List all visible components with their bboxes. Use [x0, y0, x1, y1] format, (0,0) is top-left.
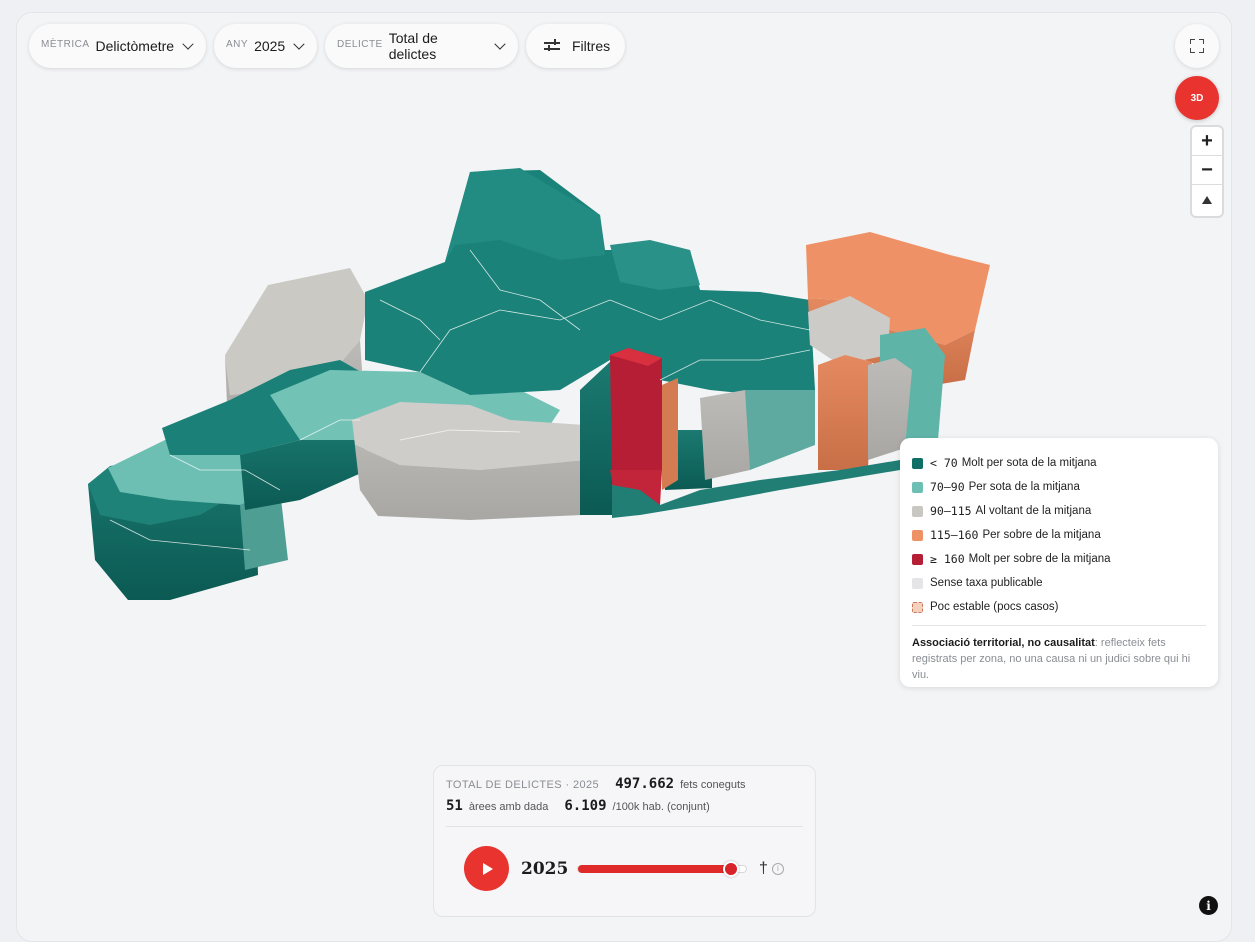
filters-button[interactable]: Filtres — [526, 24, 625, 68]
legend-label: Molt per sobre de la mitjana — [968, 553, 1111, 565]
stats-total-facts-label: fets coneguts — [680, 779, 746, 791]
legend-swatch — [912, 553, 923, 565]
legend-swatch — [912, 505, 923, 517]
chevron-down-icon — [494, 38, 506, 50]
stats-caption: Total de delictes · 2025 — [446, 779, 600, 791]
info-icon[interactable]: i — [771, 862, 784, 875]
toggle-3d-label: 3D — [1190, 92, 1204, 104]
legend-item: 90–115 Al voltant de la mitjana — [912, 499, 1206, 523]
chevron-down-icon — [293, 38, 305, 50]
region-capital-orange-tower[interactable] — [662, 378, 678, 490]
zoom-controls: + − — [1192, 127, 1222, 216]
metric-value: Delictòmetre — [95, 38, 175, 54]
legend-item: Sense taxa publicable — [912, 571, 1206, 595]
zoom-out-button[interactable]: − — [1192, 156, 1222, 185]
legend-item: Poc estable (pocs casos) — [912, 595, 1206, 619]
timeline-year: 2025 — [521, 858, 569, 879]
legend-item: 115–160 Per sobre de la mitjana — [912, 523, 1206, 547]
legend-label: Al voltant de la mitjana — [975, 505, 1092, 517]
metric-label: Mètrica — [41, 39, 90, 50]
stats-rate-label: /100k hab. (conjunt) — [612, 801, 710, 813]
legend-divider — [912, 625, 1206, 626]
stats-rate: 6.109 — [564, 798, 607, 814]
stats-row-areas: 51 àrees amb dada 6.109 /100k hab. (conj… — [446, 798, 803, 820]
legend-note-title: Associació territorial, no causalitat — [912, 637, 1095, 649]
crime-label: Delicte — [337, 39, 383, 50]
legend-item: ≥ 160 Molt per sobre de la mitjana — [912, 547, 1206, 571]
legend-label: Molt per sota de la mitjana — [961, 457, 1097, 469]
region-east-orange[interactable] — [818, 355, 872, 470]
legend-swatch — [912, 529, 923, 541]
year-label: Any — [226, 39, 249, 50]
stats-divider — [446, 826, 803, 827]
legend-range: 70–90 — [930, 480, 965, 494]
year-value: 2025 — [254, 38, 286, 54]
legend-label: Poc estable (pocs casos) — [930, 601, 1059, 613]
legend-swatch — [912, 577, 923, 589]
legend-swatch — [912, 457, 923, 469]
year-dropdown[interactable]: Any 2025 — [214, 24, 317, 68]
year-slider[interactable] — [577, 860, 747, 877]
crime-dropdown[interactable]: Delicte Total de delictes — [325, 24, 518, 68]
plus-icon: + — [1201, 129, 1213, 152]
stats-row-total: Total de delictes · 2025 497.662 fets co… — [446, 776, 803, 798]
metric-dropdown[interactable]: Mètrica Delictòmetre — [29, 24, 206, 68]
minus-icon: − — [1201, 158, 1213, 181]
legend-range: < 70 — [930, 456, 958, 470]
legend-item: < 70 Molt per sota de la mitjana — [912, 451, 1206, 475]
legend-range: 115–160 — [930, 528, 979, 542]
crime-value: Total de delictes — [388, 30, 438, 62]
stats-areas-label: àrees amb dada — [468, 801, 549, 813]
legend-label: Per sota de la mitjana — [968, 481, 1080, 493]
stats-total-facts: 497.662 — [615, 776, 675, 792]
dagger-mark: † — [759, 859, 768, 877]
sliders-icon — [544, 39, 560, 53]
play-icon — [483, 862, 493, 875]
legend-swatch — [912, 601, 923, 613]
year-slider-thumb[interactable] — [722, 860, 739, 877]
filters-label: Filtres — [572, 38, 611, 54]
info-button[interactable]: i — [1199, 896, 1218, 915]
timeline: 2025 † i — [464, 846, 784, 891]
legend-label: Sense taxa publicable — [930, 577, 1043, 589]
chevron-down-icon — [182, 38, 194, 50]
fullscreen-button[interactable] — [1175, 24, 1219, 68]
toggle-3d-button[interactable]: 3D — [1175, 76, 1219, 120]
stats-panel: Total de delictes · 2025 497.662 fets co… — [433, 765, 816, 917]
legend-item: 70–90 Per sota de la mitjana — [912, 475, 1206, 499]
fullscreen-icon — [1190, 39, 1204, 53]
zoom-in-button[interactable]: + — [1192, 127, 1222, 156]
year-slider-fill — [578, 864, 731, 873]
region-east-grey[interactable] — [700, 390, 815, 480]
stats-areas: 51 — [446, 798, 463, 814]
compass-icon — [1202, 195, 1212, 204]
legend-note: Associació territorial, no causalitat: r… — [912, 635, 1206, 683]
legend-label: Per sobre de la mitjana — [982, 529, 1101, 541]
legend-range: 90–115 — [930, 504, 972, 518]
legend-panel: < 70 Molt per sota de la mitjana 70–90 P… — [900, 438, 1218, 687]
legend-swatch — [912, 481, 923, 493]
play-button[interactable] — [464, 846, 509, 891]
legend-range: ≥ 160 — [930, 552, 965, 566]
reset-bearing-button[interactable] — [1192, 185, 1222, 214]
